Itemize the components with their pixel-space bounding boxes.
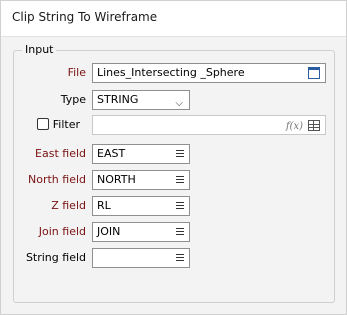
dialog-window: Clip String To Wireframe Input File Line… xyxy=(0,0,347,315)
file-input[interactable]: Lines_Intersecting _Sphere xyxy=(92,63,326,83)
file-value: Lines_Intersecting _Sphere xyxy=(97,66,245,79)
table-icon[interactable] xyxy=(308,120,320,131)
list-icon[interactable] xyxy=(176,202,184,211)
browse-icon[interactable] xyxy=(308,67,320,79)
window-title: Clip String To Wireframe xyxy=(12,10,158,24)
join-field-value: JOIN xyxy=(97,225,121,238)
z-field-label: Z field xyxy=(51,199,86,212)
filter-label: Filter xyxy=(52,118,80,131)
join-field-input[interactable]: JOIN xyxy=(92,222,190,242)
string-field-label: String field xyxy=(25,251,86,264)
input-group-legend: Input xyxy=(22,43,57,56)
z-field-input[interactable]: RL xyxy=(92,196,190,216)
east-field-label: East field xyxy=(35,147,86,160)
list-icon[interactable] xyxy=(176,176,184,185)
east-field-input[interactable]: EAST xyxy=(92,144,190,164)
filter-input[interactable]: f(x) xyxy=(92,115,326,135)
north-field-input[interactable]: NORTH xyxy=(92,170,190,190)
function-icon[interactable]: f(x) xyxy=(286,118,303,134)
z-field-value: RL xyxy=(97,199,111,212)
title-bar: Clip String To Wireframe xyxy=(1,1,346,37)
chevron-down-icon: ⌵ xyxy=(175,98,183,109)
list-icon[interactable] xyxy=(176,254,184,263)
north-field-label: North field xyxy=(28,173,86,186)
string-field-input[interactable] xyxy=(92,248,190,268)
east-field-value: EAST xyxy=(97,147,126,160)
list-icon[interactable] xyxy=(176,228,184,237)
file-label: File xyxy=(67,66,86,79)
type-label: Type xyxy=(60,93,86,106)
type-value: STRING xyxy=(97,93,139,106)
north-field-value: NORTH xyxy=(97,173,136,186)
list-icon[interactable] xyxy=(176,150,184,159)
join-field-label: Join field xyxy=(38,225,86,238)
type-dropdown[interactable]: STRING ⌵ xyxy=(92,90,190,110)
